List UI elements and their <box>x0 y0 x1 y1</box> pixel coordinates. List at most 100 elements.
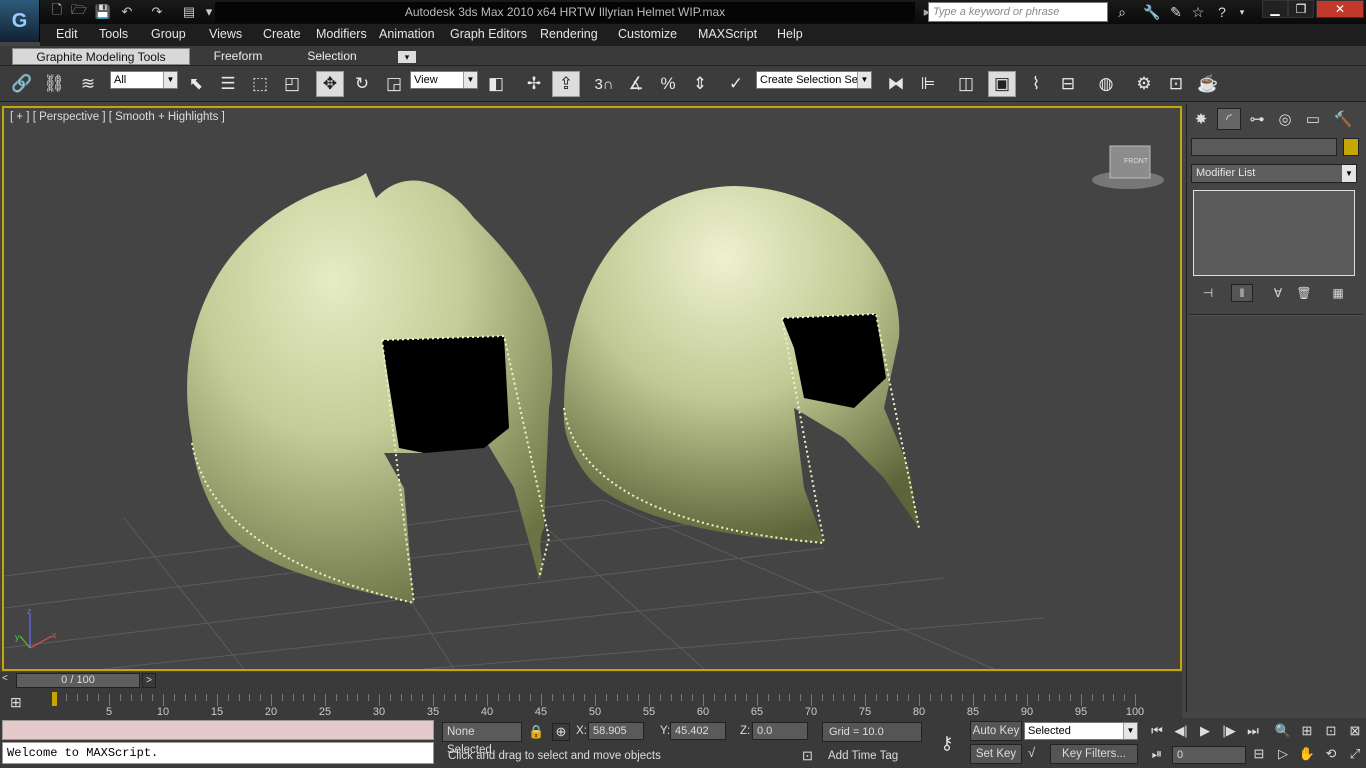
window-crossing-icon[interactable]: ◰ <box>278 71 306 97</box>
show-end-result-icon[interactable]: ‖ <box>1231 284 1253 302</box>
material-editor-icon[interactable]: ◍ <box>1092 71 1120 97</box>
modifier-stack[interactable] <box>1193 190 1355 276</box>
named-selection-sets-dropdown[interactable]: Create Selection Se ▼ <box>756 71 872 89</box>
menu-rendering[interactable]: Rendering <box>540 27 598 41</box>
select-object-icon[interactable]: ⬉ <box>182 71 210 97</box>
render-setup-icon[interactable]: ⚙ <box>1130 71 1158 97</box>
select-and-rotate-icon[interactable]: ↻ <box>348 71 376 97</box>
previous-frame-icon[interactable]: ◀| <box>1170 721 1192 741</box>
search-input[interactable]: Type a keyword or phrase <box>928 2 1108 22</box>
pivot-center-icon[interactable]: ◧ <box>482 71 510 97</box>
minimize-button[interactable]: ▁ <box>1262 0 1288 18</box>
render-production-teapot-icon[interactable]: ☕ <box>1194 71 1222 97</box>
edit-named-selection-icon[interactable]: ✓ <box>722 71 750 97</box>
play-icon[interactable]: ▶ <box>1194 721 1216 741</box>
undo-icon[interactable]: ↶ <box>118 3 136 21</box>
time-slider-thumb[interactable]: 0 / 100 <box>16 673 140 688</box>
close-button[interactable]: ✕ <box>1316 0 1364 18</box>
modify-panel-icon[interactable]: ◜ <box>1217 108 1241 130</box>
zoom-all-icon[interactable]: ⊞ <box>1296 721 1318 741</box>
hierarchy-panel-icon[interactable]: ⊶ <box>1245 108 1269 130</box>
align-icon[interactable]: ⊫ <box>914 71 942 97</box>
menu-edit[interactable]: Edit <box>56 27 78 41</box>
tab-graphite-modeling-tools[interactable]: Graphite Modeling Tools <box>12 48 190 65</box>
y-coordinate-field[interactable]: 45.402 <box>670 722 726 740</box>
select-and-link-icon[interactable]: 🔗 <box>8 71 36 97</box>
current-frame-marker[interactable] <box>52 692 57 706</box>
create-panel-icon[interactable]: ✸ <box>1189 108 1213 130</box>
curve-editor-icon[interactable]: ⌇ <box>1022 71 1050 97</box>
unlink-selection-icon[interactable]: ⛓ <box>40 71 68 97</box>
communication-center-icon[interactable]: ✎ <box>1166 3 1186 21</box>
bind-to-space-warp-icon[interactable]: ≋ <box>74 71 102 97</box>
mirror-icon[interactable]: ⧓ <box>882 71 910 97</box>
save-icon[interactable]: 💾 <box>94 3 112 21</box>
motion-panel-icon[interactable]: ◎ <box>1273 108 1297 130</box>
project-folder-icon[interactable]: ▤ <box>180 3 198 21</box>
auto-key-button[interactable]: Auto Key <box>970 721 1022 741</box>
menu-tools[interactable]: Tools <box>99 27 128 41</box>
percent-snap-icon[interactable]: % <box>654 71 682 97</box>
menu-help[interactable]: Help <box>777 27 803 41</box>
current-frame-field[interactable]: 0 <box>1172 746 1246 764</box>
angle-snap-icon[interactable]: ∡ <box>622 71 650 97</box>
perspective-viewport[interactable]: [ + ] [ Perspective ] [ Smooth + Highlig… <box>2 106 1182 671</box>
graphite-modeling-toggle-icon[interactable]: ▣ <box>988 71 1016 97</box>
restore-button[interactable]: ❐ <box>1288 0 1314 18</box>
configure-modifier-sets-icon[interactable]: ▦ <box>1327 284 1349 302</box>
selection-lock-icon[interactable]: 🔒 <box>528 724 544 740</box>
zoom-extents-all-icon[interactable]: ⊠ <box>1344 721 1366 741</box>
time-slider-next[interactable]: > <box>142 673 156 688</box>
rectangular-selection-icon[interactable]: ⬚ <box>246 71 274 97</box>
z-coordinate-field[interactable]: 0.0 <box>752 722 808 740</box>
menu-graph-editors[interactable]: Graph Editors <box>450 27 527 41</box>
zoom-icon[interactable]: 🔍 <box>1272 721 1294 741</box>
redo-icon[interactable]: ↷ <box>148 3 166 21</box>
select-by-name-icon[interactable]: ☰ <box>214 71 242 97</box>
key-filters-button[interactable]: Key Filters... <box>1050 744 1138 764</box>
set-keys-key-icon[interactable]: ⚷ <box>930 732 964 754</box>
maximize-viewport-icon[interactable]: ⤢ <box>1344 744 1366 764</box>
keyboard-shortcut-override-icon[interactable]: ⇪ <box>552 71 580 97</box>
spinner-snap-icon[interactable]: ⇕ <box>686 71 714 97</box>
time-tag-icon[interactable]: ⊡ <box>802 748 813 764</box>
set-key-button[interactable]: Set Key <box>970 744 1022 764</box>
default-tangent-icon[interactable]: √ <box>1028 745 1035 760</box>
field-of-view-icon[interactable]: ▷ <box>1272 744 1294 764</box>
tab-selection[interactable]: Selection <box>296 48 368 65</box>
x-coordinate-field[interactable]: 58.905 <box>588 722 644 740</box>
track-bar[interactable]: ⊞ 5 10 15 20 25 30 35 40 45 50 55 60 65 70 75 80 85 90 95 1… <box>0 690 1182 718</box>
select-and-move-icon[interactable]: ✥ <box>316 71 344 97</box>
schematic-view-icon[interactable]: ⊟ <box>1054 71 1082 97</box>
rendered-frame-window-icon[interactable]: ⊡ <box>1162 71 1190 97</box>
new-file-icon[interactable]: 🗋 <box>48 2 66 21</box>
menu-maxscript[interactable]: MAXScript <box>698 27 757 41</box>
remove-modifier-icon[interactable]: 🗑 <box>1293 284 1315 302</box>
select-manipulate-icon[interactable]: ✢ <box>520 71 548 97</box>
mini-curve-editor-icon[interactable]: ⊞ <box>10 694 32 712</box>
binoculars-icon[interactable]: ⌕ <box>1112 3 1132 21</box>
menu-animation[interactable]: Animation <box>379 27 435 41</box>
go-to-start-icon[interactable]: ⏮ <box>1146 721 1168 741</box>
modifier-list-dropdown[interactable]: Modifier List ▼ <box>1191 164 1357 183</box>
zoom-extents-icon[interactable]: ⊡ <box>1320 721 1342 741</box>
select-and-scale-icon[interactable]: ◲ <box>380 71 408 97</box>
subscription-icon[interactable]: 🔧 <box>1142 3 1162 21</box>
help-icon[interactable]: ? <box>1212 3 1232 21</box>
app-logo-icon[interactable]: G <box>0 0 40 42</box>
reference-coordinate-dropdown[interactable]: View ▼ <box>410 71 478 89</box>
viewcube-front-label[interactable]: FRONT <box>1124 158 1148 165</box>
menu-views[interactable]: Views <box>209 27 242 41</box>
key-mode-dropdown[interactable]: Selected ▼ <box>1024 722 1138 740</box>
absolute-mode-icon[interactable]: ⊕ <box>552 723 570 741</box>
menu-modifiers[interactable]: Modifiers <box>316 27 367 41</box>
selection-filter-dropdown[interactable]: All ▼ <box>110 71 178 89</box>
object-name-field[interactable] <box>1191 138 1337 156</box>
tab-freeform[interactable]: Freeform <box>200 48 276 65</box>
menu-customize[interactable]: Customize <box>618 27 677 41</box>
make-unique-icon[interactable]: ∀ <box>1267 284 1289 302</box>
menu-create[interactable]: Create <box>263 27 301 41</box>
favorites-star-icon[interactable]: ☆ <box>1188 3 1208 21</box>
utilities-panel-icon[interactable]: 🔨 <box>1331 108 1355 130</box>
open-file-icon[interactable]: 🗁 <box>70 2 88 21</box>
